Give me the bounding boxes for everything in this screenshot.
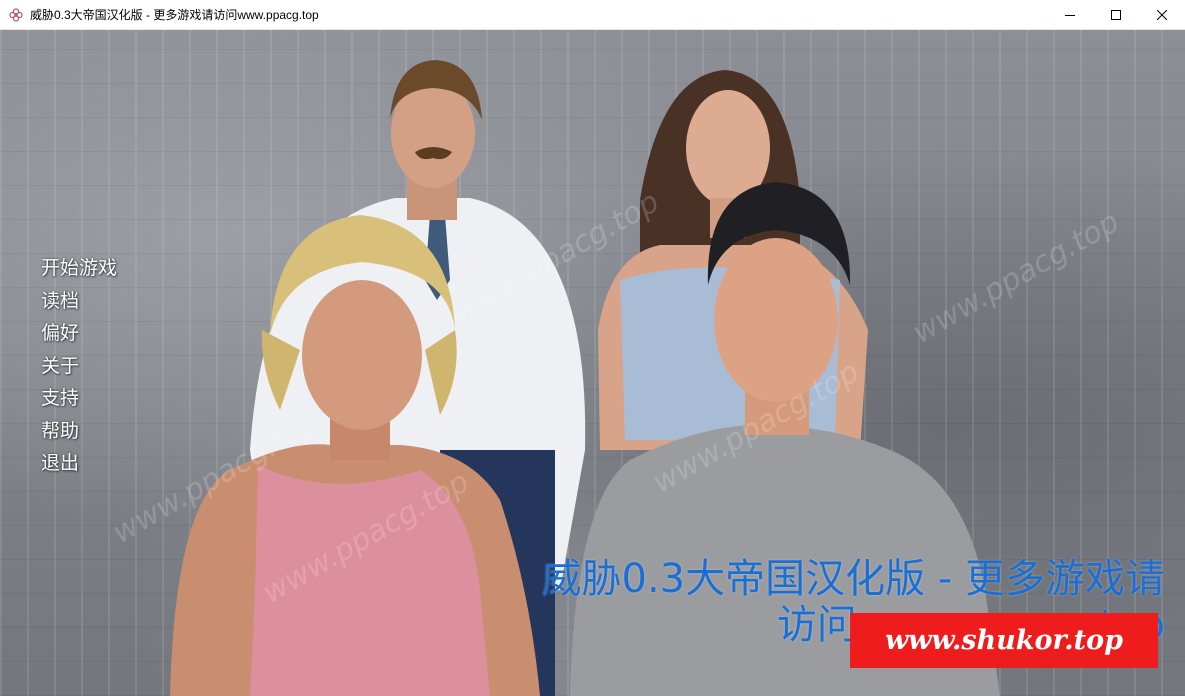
menu-support[interactable]: 支持 [41,382,117,415]
promo-line-1: 威胁0.3大帝国汉化版 - 更多游戏请 [541,556,1165,602]
menu-preferences[interactable]: 偏好 [41,317,117,350]
maximize-icon [1111,10,1121,20]
woman-in-blue-dress [598,70,868,450]
menu-help[interactable]: 帮助 [41,415,117,448]
main-menu: 开始游戏 读档 偏好 关于 支持 帮助 退出 [41,252,117,480]
menu-start-game[interactable]: 开始游戏 [41,252,117,285]
maximize-button[interactable] [1093,0,1139,30]
game-window: 威胁0.3大帝国汉化版 - 更多游戏请访问www.ppacg.top 开始游戏 … [0,0,1185,696]
close-button[interactable] [1139,0,1185,30]
close-icon [1157,10,1167,20]
site-badge: www.shukor.top [850,613,1158,668]
game-viewport: www.ppacg.top www.ppacg.top www.ppacg.to… [0,30,1185,696]
minimize-icon [1065,15,1075,16]
window-controls [1047,0,1185,30]
flower-app-icon [8,7,24,23]
menu-about[interactable]: 关于 [41,350,117,383]
title-bar[interactable]: 威胁0.3大帝国汉化版 - 更多游戏请访问www.ppacg.top [0,0,1185,30]
menu-load[interactable]: 读档 [41,285,117,318]
site-badge-text: www.shukor.top [884,625,1124,656]
window-title: 威胁0.3大帝国汉化版 - 更多游戏请访问www.ppacg.top [30,8,319,22]
menu-quit[interactable]: 退出 [41,447,117,480]
minimize-button[interactable] [1047,0,1093,30]
